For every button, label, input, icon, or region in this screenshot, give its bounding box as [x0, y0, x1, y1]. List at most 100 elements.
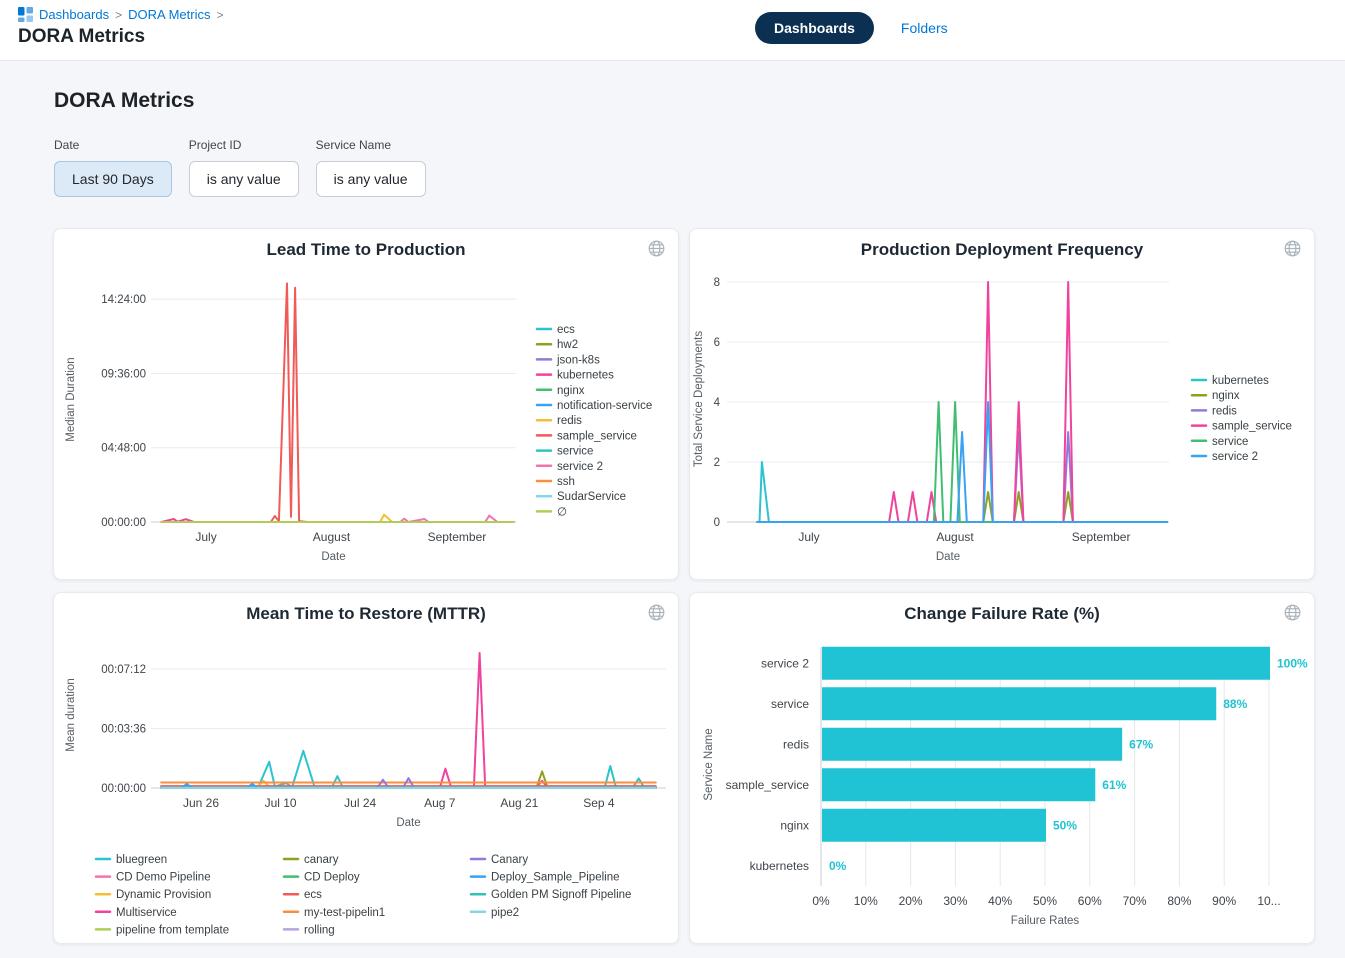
value-label: 88% [1223, 697, 1247, 711]
y-tick-label: 2 [714, 457, 720, 469]
x-axis-title: Date [936, 551, 960, 563]
filters-bar: Date Last 90 Days Project ID is any valu… [54, 138, 426, 197]
x-tick-label: Sep 4 [583, 796, 615, 810]
lead-time-chart-canvas[interactable]: 00:00:0004:48:0009:36:0014:24:00JulyAugu… [54, 229, 678, 579]
breadcrumb: Dashboards > DORA Metrics > [18, 7, 223, 22]
date-filter-button[interactable]: Last 90 Days [54, 161, 172, 197]
legend-item[interactable]: json-k8s [537, 354, 600, 366]
legend-item[interactable]: ssh [537, 476, 575, 488]
y-tick-label: 00:07:12 [101, 664, 146, 676]
legend-item[interactable]: Dynamic Provision [96, 889, 211, 901]
legend-item[interactable]: nginx [537, 385, 585, 397]
legend-item[interactable]: Golden PM Signoff Pipeline [471, 889, 631, 901]
x-tick-label: 0% [812, 894, 830, 908]
legend-item[interactable]: canary [284, 854, 339, 866]
deployment-frequency-chart-canvas[interactable]: 02468JulyAugustSeptemberDateTotal Servic… [690, 229, 1314, 579]
category-label: redis [783, 737, 809, 751]
legend-item[interactable]: service [1192, 436, 1248, 448]
tab-dashboards[interactable]: Dashboards [755, 12, 874, 44]
legend-item[interactable]: ecs [537, 324, 575, 336]
legend-label: nginx [1212, 390, 1240, 402]
value-label: 0% [829, 859, 847, 873]
bar-service[interactable] [822, 687, 1216, 720]
legend-label: CD Demo Pipeline [116, 872, 211, 884]
legend-item[interactable]: kubernetes [537, 370, 614, 382]
bar-sample_service[interactable] [822, 768, 1095, 801]
dashboard-title: DORA Metrics [54, 89, 194, 113]
legend-item[interactable]: nginx [1192, 390, 1240, 402]
bar-redis[interactable] [822, 728, 1122, 761]
y-tick-label: 0 [714, 517, 720, 529]
legend-label: service 2 [557, 461, 603, 473]
legend-item[interactable]: kubernetes [1192, 375, 1269, 387]
x-tick-label: August [313, 530, 351, 544]
series-line-redis [162, 515, 514, 522]
category-label: nginx [780, 818, 809, 832]
legend-item[interactable]: CD Demo Pipeline [96, 872, 211, 884]
legend-item[interactable]: my-test-pipelin1 [284, 907, 385, 919]
y-tick-label: 8 [714, 277, 720, 289]
tab-folders[interactable]: Folders [901, 20, 948, 36]
legend-item[interactable]: Multiservice [96, 907, 177, 919]
x-tick-label: 70% [1123, 894, 1147, 908]
x-tick-label: 10% [854, 894, 878, 908]
filter-service-name-label: Service Name [316, 138, 426, 152]
legend-item[interactable]: service 2 [537, 461, 603, 473]
legend-label: Deploy_Sample_Pipeline [491, 872, 620, 884]
y-tick-label: 14:24:00 [101, 294, 146, 306]
legend-label: ∅ [557, 506, 567, 518]
y-axis-title: Total Service Deployments [693, 331, 705, 467]
legend-label: kubernetes [557, 370, 614, 382]
legend-item[interactable]: Deploy_Sample_Pipeline [471, 872, 620, 884]
legend-item[interactable]: notification-service [537, 400, 652, 412]
legend-item[interactable]: sample_service [1192, 421, 1292, 433]
legend-item[interactable]: ecs [284, 889, 322, 901]
value-label: 50% [1053, 818, 1077, 832]
y-tick-label: 00:03:36 [101, 723, 146, 735]
deployment-frequency-chart-card: Production Deployment Frequency 02468Jul… [689, 228, 1315, 580]
legend-label: ecs [557, 324, 575, 336]
legend-item[interactable]: Canary [471, 854, 528, 866]
legend-item[interactable]: sample_service [537, 430, 637, 442]
legend-item[interactable]: redis [537, 415, 582, 427]
legend-item[interactable]: service [537, 446, 593, 458]
legend-item[interactable]: rolling [284, 924, 335, 936]
x-tick-label: September [428, 530, 487, 544]
change-failure-rate-chart-canvas[interactable]: 0%10%20%30%40%50%60%70%80%90%10...servic… [690, 593, 1314, 943]
legend-item[interactable]: bluegreen [96, 854, 167, 866]
legend-label: Multiservice [116, 907, 177, 919]
x-tick-label: 50% [1033, 894, 1057, 908]
project-id-filter-button[interactable]: is any value [189, 161, 299, 197]
breadcrumb-separator: > [216, 8, 223, 22]
breadcrumb-separator: > [115, 8, 122, 22]
x-axis-title: Date [321, 551, 345, 563]
value-label: 67% [1129, 737, 1153, 751]
breadcrumb-dashboards-link[interactable]: Dashboards [39, 7, 109, 22]
x-tick-label: Jul 24 [344, 796, 376, 810]
legend-item[interactable]: redis [1192, 405, 1237, 417]
legend-label: pipeline from template [116, 924, 229, 936]
legend-item[interactable]: ∅ [537, 506, 567, 518]
category-label: kubernetes [750, 859, 809, 873]
service-name-filter-button[interactable]: is any value [316, 161, 426, 197]
x-axis-title: Failure Rates [1011, 915, 1080, 927]
x-tick-label: 20% [899, 894, 923, 908]
bar-nginx[interactable] [822, 809, 1046, 842]
x-tick-label: 80% [1167, 894, 1191, 908]
legend-label: CD Deploy [304, 872, 360, 884]
legend-item[interactable]: pipe2 [471, 907, 519, 919]
legend-item[interactable]: service 2 [1192, 451, 1258, 463]
legend-item[interactable]: pipeline from template [96, 924, 229, 936]
bar-service 2[interactable] [822, 647, 1270, 680]
legend-item[interactable]: CD Deploy [284, 872, 360, 884]
filter-service-name: Service Name is any value [316, 138, 426, 197]
series-line-kubernetes [757, 462, 1167, 522]
y-tick-label: 09:36:00 [101, 368, 146, 380]
category-label: sample_service [726, 778, 810, 792]
breadcrumb-dora-metrics-link[interactable]: DORA Metrics [128, 7, 210, 22]
legend-item[interactable]: hw2 [537, 339, 578, 351]
value-label: 100% [1277, 656, 1308, 670]
x-tick-label: 40% [988, 894, 1012, 908]
legend-item[interactable]: SudarService [537, 491, 626, 503]
mttr-chart-canvas[interactable]: 00:00:0000:03:3600:07:12Jun 26Jul 10Jul … [54, 593, 678, 943]
